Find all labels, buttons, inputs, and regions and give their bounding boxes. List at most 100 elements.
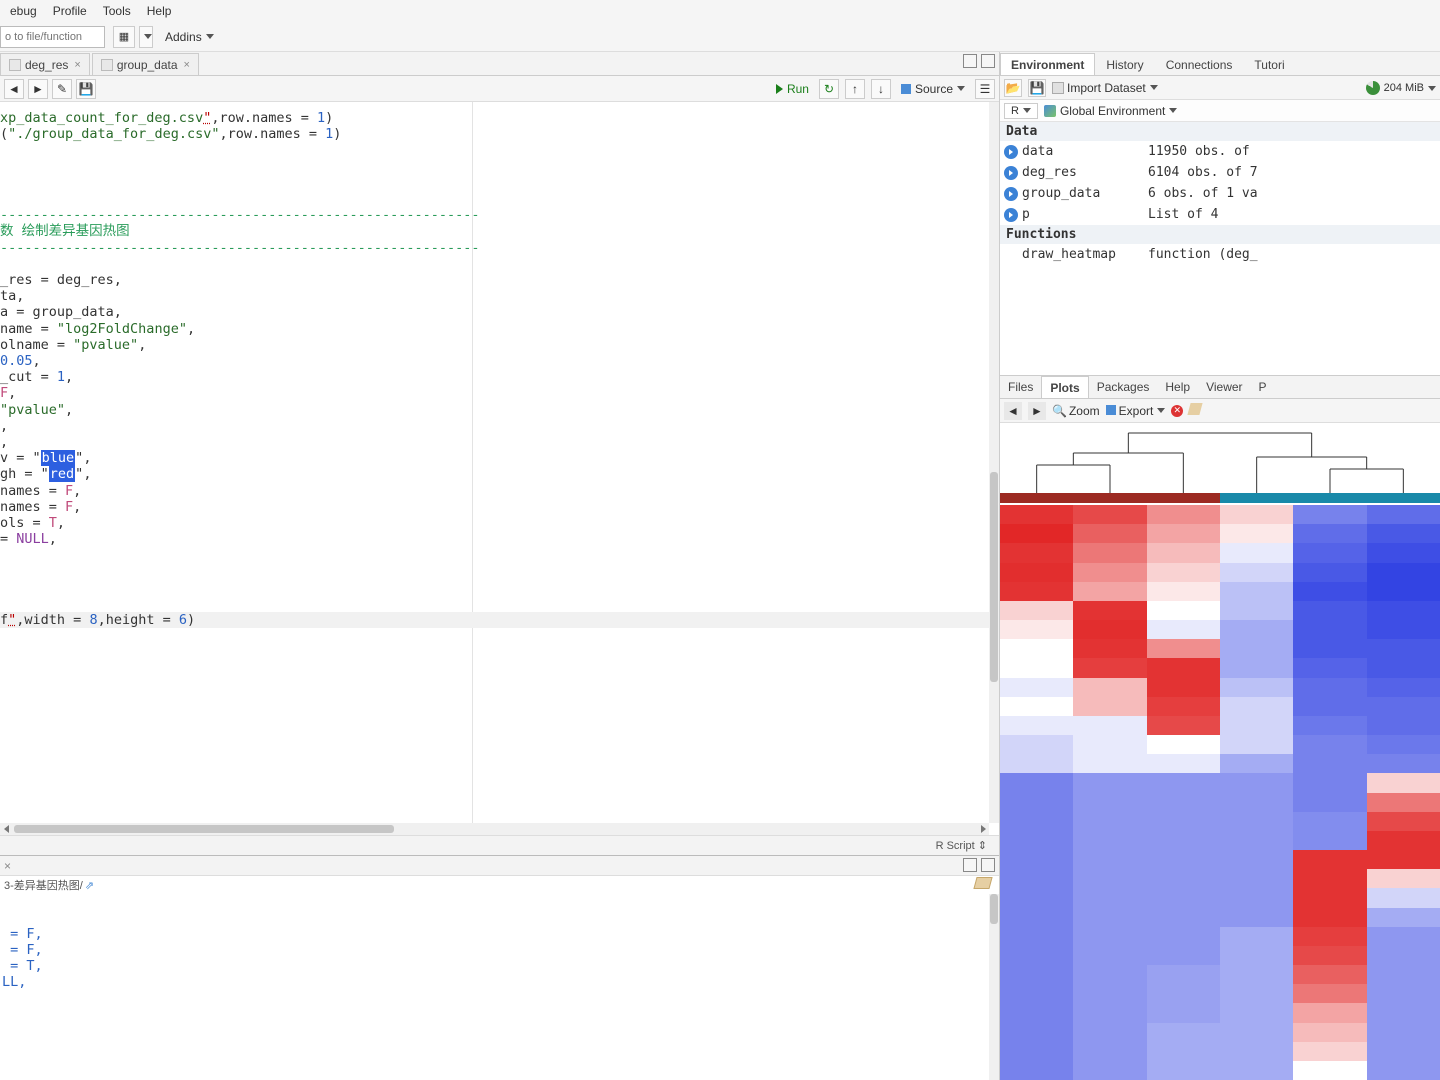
menu-debug[interactable]: ebug xyxy=(2,1,45,21)
menu-bar: ebug Profile Tools Help xyxy=(0,0,1440,22)
import-dataset-menu[interactable]: Import Dataset xyxy=(1052,81,1158,95)
console-output[interactable]: = F, = F, = T,LL, xyxy=(0,894,999,1080)
down-arrow-icon[interactable]: ↓ xyxy=(871,79,891,99)
maximize-icon[interactable] xyxy=(981,858,995,872)
environment-scope[interactable]: Global Environment xyxy=(1044,104,1177,118)
forward-icon[interactable]: ► xyxy=(28,79,48,99)
env-row[interactable]: deg_res6104 obs. of 7 xyxy=(1000,162,1440,183)
editor-vertical-scrollbar[interactable] xyxy=(989,102,999,823)
editor-horizontal-scrollbar[interactable] xyxy=(0,823,989,835)
env-row[interactable]: pList of 4 xyxy=(1000,204,1440,225)
code-line[interactable]: names = F, xyxy=(0,483,81,499)
env-tab-environment[interactable]: Environment xyxy=(1000,53,1095,75)
expand-icon[interactable] xyxy=(1004,208,1018,222)
zoom-button[interactable]: Zoom xyxy=(1052,404,1100,418)
language-scope[interactable]: R xyxy=(1004,103,1038,119)
plots-tab-help[interactable]: Help xyxy=(1157,376,1198,398)
close-icon[interactable]: × xyxy=(184,59,190,71)
menu-profile[interactable]: Profile xyxy=(45,1,95,21)
code-line[interactable]: v = "blue", xyxy=(0,450,91,466)
code-line[interactable]: names = F, xyxy=(0,499,81,515)
clear-console-icon[interactable] xyxy=(975,877,991,893)
save-icon[interactable]: 💾 xyxy=(76,79,96,99)
expand-icon[interactable] xyxy=(1004,187,1018,201)
plots-tab-p[interactable]: P xyxy=(1251,376,1275,398)
code-line[interactable]: _cut = 1, xyxy=(0,369,73,385)
code-line[interactable]: name = "log2FoldChange", xyxy=(0,321,195,337)
run-button[interactable]: Run xyxy=(772,82,813,96)
env-row[interactable]: data11950 obs. of xyxy=(1000,141,1440,162)
maximize-icon[interactable] xyxy=(981,54,995,68)
code-line[interactable]: ("./group_data_for_deg.csv",row.names = … xyxy=(0,126,341,142)
code-line[interactable]: ----------------------------------------… xyxy=(0,240,480,256)
grid-view-caret[interactable] xyxy=(139,26,153,48)
save-workspace-icon[interactable]: 💾 xyxy=(1028,79,1046,97)
plot-canvas xyxy=(1000,423,1440,1080)
minimize-icon[interactable] xyxy=(963,858,977,872)
tab-label: deg_res xyxy=(25,58,68,72)
expand-icon[interactable] xyxy=(1004,166,1018,180)
code-line[interactable]: f",width = 8,height = 6) xyxy=(0,612,195,628)
code-line[interactable]: ----------------------------------------… xyxy=(0,207,480,223)
tab-label: group_data xyxy=(117,58,178,72)
export-menu[interactable]: Export xyxy=(1106,404,1166,418)
minimize-icon[interactable] xyxy=(963,54,977,68)
plots-tab-files[interactable]: Files xyxy=(1000,376,1041,398)
scroll-right-icon[interactable] xyxy=(977,823,989,835)
environment-scope-bar: R Global Environment xyxy=(1000,100,1440,122)
code-line[interactable]: a = group_data, xyxy=(0,304,122,320)
scrollbar-thumb[interactable] xyxy=(990,472,998,682)
load-workspace-icon[interactable]: 📂 xyxy=(1004,79,1022,97)
console-close-icon[interactable]: × xyxy=(4,859,11,873)
code-line[interactable]: = NULL, xyxy=(0,531,57,547)
source-button[interactable]: Source xyxy=(897,82,969,96)
code-line[interactable]: xp_data_count_for_deg.csv",row.names = 1… xyxy=(0,110,333,126)
env-row[interactable]: draw_heatmapfunction (deg_ xyxy=(1000,244,1440,265)
clear-plots-icon[interactable] xyxy=(1189,403,1201,418)
env-row[interactable]: group_data6 obs. of 1 va xyxy=(1000,183,1440,204)
tab-group-data[interactable]: group_data × xyxy=(92,53,199,75)
rerun-icon[interactable]: ↻ xyxy=(819,79,839,99)
scroll-left-icon[interactable] xyxy=(0,823,12,835)
plots-tab-plots[interactable]: Plots xyxy=(1041,376,1088,398)
env-tab-tutori[interactable]: Tutori xyxy=(1243,53,1295,75)
prev-plot-icon[interactable]: ◄ xyxy=(1004,402,1022,420)
addins-menu[interactable]: Addins xyxy=(165,30,214,44)
menu-tools[interactable]: Tools xyxy=(95,1,139,21)
memory-pie-icon[interactable] xyxy=(1366,81,1380,95)
wand-icon[interactable]: ✎ xyxy=(52,79,72,99)
file-function-search[interactable] xyxy=(0,26,105,48)
code-line[interactable]: gh = "red", xyxy=(0,466,91,482)
outline-icon[interactable]: ☰ xyxy=(975,79,995,99)
scrollbar-thumb[interactable] xyxy=(14,825,394,833)
back-icon[interactable]: ◄ xyxy=(4,79,24,99)
code-line[interactable]: 0.05, xyxy=(0,353,41,369)
tab-deg-res[interactable]: deg_res × xyxy=(0,53,90,75)
close-icon[interactable]: × xyxy=(74,59,80,71)
code-line[interactable]: 数 绘制差异基因热图 xyxy=(0,223,130,239)
menu-help[interactable]: Help xyxy=(139,1,180,21)
code-line[interactable]: , xyxy=(0,418,8,434)
code-line[interactable]: _res = deg_res, xyxy=(0,272,122,288)
console-vertical-scrollbar[interactable] xyxy=(989,894,999,1080)
code-line[interactable]: F, xyxy=(0,385,16,401)
code-line[interactable]: ta, xyxy=(0,288,24,304)
expand-icon[interactable] xyxy=(1004,145,1018,159)
plots-tab-viewer[interactable]: Viewer xyxy=(1198,376,1250,398)
env-tab-history[interactable]: History xyxy=(1095,53,1154,75)
env-tab-connections[interactable]: Connections xyxy=(1155,53,1244,75)
plots-tab-packages[interactable]: Packages xyxy=(1089,376,1158,398)
code-line[interactable]: ols = T, xyxy=(0,515,65,531)
code-line[interactable]: , xyxy=(0,434,8,450)
grid-view-button[interactable]: ▦ xyxy=(113,26,135,48)
code-line[interactable]: olname = "pvalue", xyxy=(0,337,146,353)
memory-usage[interactable]: 204 MiB xyxy=(1384,82,1436,94)
code-editor[interactable]: xp_data_count_for_deg.csv",row.names = 1… xyxy=(0,102,999,835)
scrollbar-thumb[interactable] xyxy=(990,894,998,924)
up-arrow-icon[interactable]: ↑ xyxy=(845,79,865,99)
remove-plot-icon[interactable] xyxy=(1171,405,1183,417)
next-plot-icon[interactable]: ► xyxy=(1028,402,1046,420)
code-line[interactable]: "pvalue", xyxy=(0,402,73,418)
editor-status-bar: R Script ⇕ xyxy=(0,835,999,855)
language-mode[interactable]: R Script ⇕ xyxy=(936,839,987,852)
